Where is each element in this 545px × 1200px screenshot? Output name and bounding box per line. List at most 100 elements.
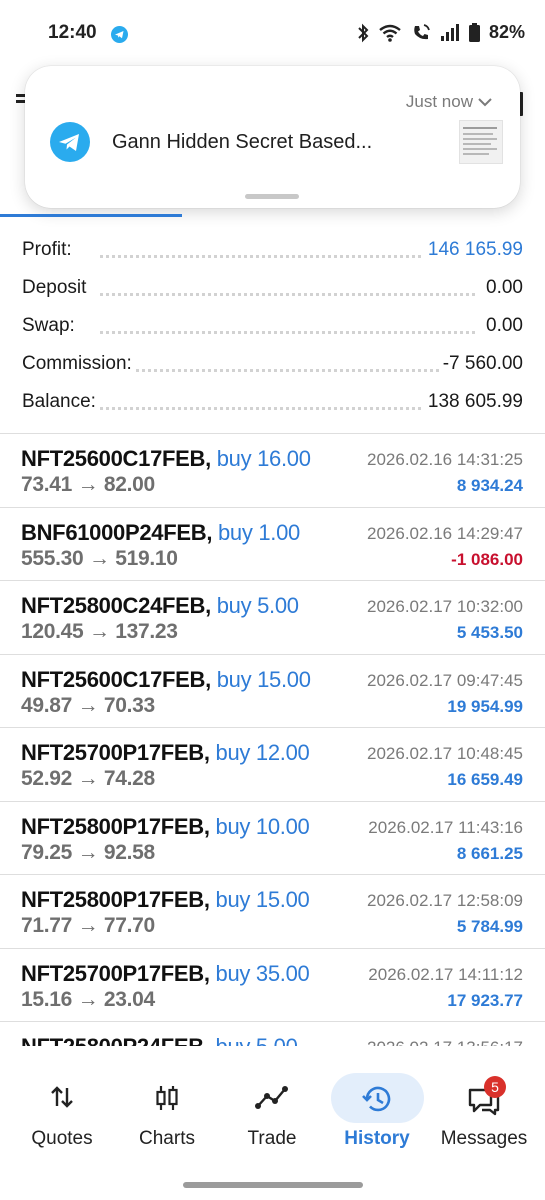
deal-symbol-text: BNF61000P24FEB, bbox=[21, 519, 213, 545]
deal-symbol: BNF61000P24FEB, buy 1.00 bbox=[21, 520, 300, 546]
deal-profit: 16 659.49 bbox=[447, 770, 523, 789]
notification-thumbnail bbox=[459, 120, 503, 164]
nav-charts[interactable]: Charts bbox=[117, 1062, 217, 1162]
deal-row[interactable]: NFT25800P17FEB, buy 15.00 71.77 → 77.70 20… bbox=[0, 875, 545, 949]
nav-quotes[interactable]: Quotes bbox=[12, 1062, 112, 1162]
deal-row[interactable]: NFT25600C17FEB, buy 16.00 73.41 → 82.00 20… bbox=[0, 434, 545, 508]
deal-type: buy 1.00 bbox=[217, 519, 300, 545]
deal-symbol-text: NFT25600C17FEB, bbox=[21, 666, 211, 692]
deal-type: buy 5.00 bbox=[216, 593, 299, 618]
messages-badge: 5 bbox=[484, 1076, 506, 1098]
summary-value: 0.00 bbox=[482, 277, 523, 299]
deal-prices: 52.92 → 74.28 bbox=[21, 767, 155, 790]
deal-profit: 8 934.24 bbox=[456, 476, 523, 495]
deal-symbol: NFT25600C17FEB, buy 16.00 bbox=[21, 446, 311, 472]
battery-percent: 82% bbox=[488, 22, 525, 42]
deal-type: buy 5.00 bbox=[216, 1034, 298, 1046]
deal-type: buy 16.00 bbox=[216, 446, 311, 471]
deal-time: 2026.02.17 09:47:45 bbox=[367, 670, 523, 690]
deal-symbol: NFT25600C17FEB, buy 15.00 bbox=[21, 667, 311, 693]
nav-trade-label: Trade bbox=[247, 1128, 297, 1149]
status-icons: 82% bbox=[357, 22, 525, 43]
trade-icon bbox=[222, 1084, 322, 1114]
deal-type: buy 15.00 bbox=[215, 887, 310, 912]
deal-symbol: NFT25700P17FEB, buy 35.00 bbox=[21, 961, 310, 987]
summary-row: Deposit 0.00 bbox=[0, 268, 545, 306]
deal-type: buy 10.00 bbox=[215, 813, 310, 839]
deal-profit: 5 784.99 bbox=[456, 917, 523, 936]
home-indicator[interactable] bbox=[183, 1182, 363, 1188]
deal-row[interactable]: NFT25700P17FEB, buy 12.00 52.92 → 74.28 20… bbox=[0, 728, 545, 802]
deal-symbol-text: NFT25600C17FEB, bbox=[21, 446, 211, 471]
deal-profit: -1 086.00 bbox=[451, 549, 523, 569]
deal-row[interactable]: BNF61000P24FEB, buy 1.00 555.30 → 519.10 2… bbox=[0, 508, 545, 581]
summary-row: Commission: -7 560.00 bbox=[0, 344, 545, 382]
deal-row[interactable]: NFT25800P24FEB, buy 5.00 2026.02.17 13:56… bbox=[0, 1022, 545, 1046]
leader-dots bbox=[100, 255, 475, 258]
charts-icon bbox=[117, 1084, 217, 1114]
leader-dots bbox=[100, 293, 475, 296]
wifi-calling-icon bbox=[414, 23, 430, 39]
summary-value: 146 165.99 bbox=[423, 239, 523, 261]
deal-symbol-text: NFT25800P17FEB, bbox=[21, 813, 210, 839]
status-bar: 12:40 82% bbox=[0, 0, 545, 70]
deal-row[interactable]: NFT25800C24FEB, buy 5.00 120.45 → 137.23 2… bbox=[0, 581, 545, 655]
deal-row[interactable]: NFT25600C17FEB, buy 15.00 49.87 → 70.33 20… bbox=[0, 655, 545, 728]
summary-label: Profit: bbox=[22, 239, 76, 261]
notification-drag-handle[interactable] bbox=[245, 194, 299, 199]
nav-messages-label: Messages bbox=[440, 1128, 528, 1149]
deal-prices: 555.30 → 519.10 bbox=[21, 546, 178, 570]
nav-messages[interactable]: Messages bbox=[434, 1062, 534, 1162]
deal-time: 2026.02.17 11:43:16 bbox=[368, 817, 523, 837]
summary-row: Swap: 0.00 bbox=[0, 306, 545, 344]
deal-time: 2026.02.17 10:32:00 bbox=[367, 597, 523, 616]
deal-profit: 5 453.50 bbox=[456, 623, 523, 642]
deal-time: 2026.02.17 10:48:45 bbox=[367, 744, 523, 763]
nav-history-label: History bbox=[344, 1128, 410, 1149]
deal-symbol: NFT25800C24FEB, buy 5.00 bbox=[21, 593, 299, 619]
deal-row[interactable]: NFT25800P17FEB, buy 10.00 79.25 → 92.58 20… bbox=[0, 802, 545, 875]
nav-history[interactable]: History bbox=[327, 1062, 427, 1162]
bluetooth-icon bbox=[358, 23, 369, 42]
leader-dots bbox=[100, 369, 475, 372]
nav-quotes-label: Quotes bbox=[31, 1128, 93, 1149]
deal-time: 2026.02.17 14:11:12 bbox=[368, 964, 523, 984]
active-tab-indicator bbox=[0, 214, 182, 217]
deal-time: 2026.02.17 13:56:17 bbox=[367, 1038, 523, 1046]
leader-dots bbox=[100, 407, 475, 410]
notification-title: Gann Hidden Secret Based... bbox=[112, 131, 373, 153]
deal-time: 2026.02.16 14:31:25 bbox=[367, 450, 523, 469]
deal-prices: 71.77 → 77.70 bbox=[21, 914, 155, 937]
deal-symbol-text: NFT25800P17FEB, bbox=[21, 887, 210, 912]
account-summary: Profit: 146 165.99 Deposit 0.00 Swap: 0.00 Com… bbox=[0, 230, 545, 420]
deal-symbol-text: NFT25800P24FEB, bbox=[21, 1034, 210, 1046]
deal-time: 2026.02.17 12:58:09 bbox=[367, 891, 523, 910]
deal-prices: 15.16 → 23.04 bbox=[21, 987, 155, 1011]
signal-icon bbox=[440, 23, 459, 41]
summary-label: Commission: bbox=[22, 353, 136, 375]
nav-trade[interactable]: Trade bbox=[222, 1062, 322, 1162]
deal-symbol: NFT25800P24FEB, buy 5.00 bbox=[21, 1034, 298, 1046]
telegram-icon bbox=[50, 122, 90, 162]
telegram-notification[interactable]: Just now Gann Hidden Secret Based... bbox=[25, 66, 520, 208]
summary-row: Balance: 138 605.99 bbox=[0, 382, 545, 420]
deal-profit: 17 923.77 bbox=[447, 990, 523, 1010]
summary-row: Profit: 146 165.99 bbox=[0, 230, 545, 268]
chevron-down-icon[interactable] bbox=[478, 97, 492, 107]
history-icon bbox=[327, 1084, 427, 1114]
status-time: 12:40 bbox=[48, 22, 97, 43]
leader-dots bbox=[100, 331, 475, 334]
summary-label: Balance: bbox=[22, 391, 100, 413]
deal-profit: 19 954.99 bbox=[447, 696, 523, 716]
deal-row[interactable]: NFT25700P17FEB, buy 35.00 15.16 → 23.04 20… bbox=[0, 949, 545, 1022]
quotes-icon bbox=[12, 1084, 112, 1114]
battery-icon bbox=[468, 23, 480, 42]
summary-value: 138 605.99 bbox=[423, 391, 523, 413]
deal-symbol-text: NFT25700P17FEB, bbox=[21, 740, 210, 765]
deal-prices: 79.25 → 92.58 bbox=[21, 840, 155, 864]
summary-value: -7 560.00 bbox=[438, 353, 523, 375]
deal-prices: 49.87 → 70.33 bbox=[21, 693, 155, 717]
deal-profit: 8 661.25 bbox=[456, 843, 523, 863]
deals-list[interactable]: NFT25600C17FEB, buy 16.00 73.41 → 82.00 20… bbox=[0, 434, 545, 1046]
deal-time: 2026.02.16 14:29:47 bbox=[367, 523, 523, 543]
